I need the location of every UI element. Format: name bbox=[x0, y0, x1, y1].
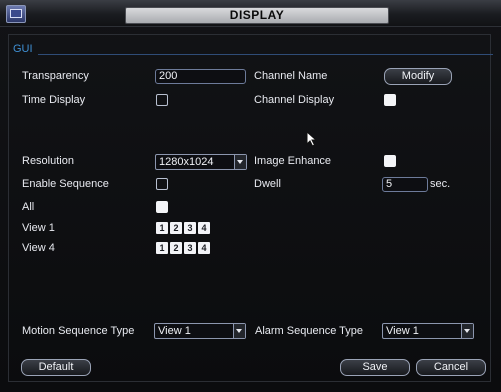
channel-display-checkbox[interactable] bbox=[384, 94, 396, 106]
motion-sequence-type-select[interactable]: View 1 bbox=[154, 323, 246, 339]
view1-channel-1[interactable]: 1 bbox=[156, 222, 168, 234]
image-enhance-checkbox[interactable] bbox=[384, 155, 396, 167]
enable-sequence-label: Enable Sequence bbox=[22, 178, 109, 190]
image-enhance-label: Image Enhance bbox=[254, 155, 332, 167]
resolution-select[interactable]: 1280x1024 bbox=[155, 154, 247, 170]
view4-channel-group: 1 2 3 4 bbox=[156, 242, 210, 254]
chevron-down-icon bbox=[233, 324, 245, 338]
motion-sequence-type-label: Motion Sequence Type bbox=[22, 325, 135, 337]
dwell-label: Dwell bbox=[254, 178, 281, 190]
view1-channel-3[interactable]: 3 bbox=[184, 222, 196, 234]
save-button[interactable]: Save bbox=[340, 359, 410, 376]
resolution-label: Resolution bbox=[22, 155, 74, 167]
view1-channel-group: 1 2 3 4 bbox=[156, 222, 210, 234]
mouse-pointer-icon bbox=[306, 131, 318, 147]
alarm-sequence-type-value: View 1 bbox=[386, 325, 419, 337]
alarm-sequence-type-label: Alarm Sequence Type bbox=[255, 325, 364, 337]
transparency-label: Transparency bbox=[22, 70, 89, 82]
dwell-unit: sec. bbox=[430, 178, 451, 190]
monitor-icon bbox=[6, 5, 26, 23]
all-label: All bbox=[22, 201, 35, 213]
view1-channel-2[interactable]: 2 bbox=[170, 222, 182, 234]
motion-sequence-type-value: View 1 bbox=[158, 325, 191, 337]
title-bar: DISPLAY bbox=[0, 0, 501, 27]
channel-name-label: Channel Name bbox=[254, 70, 328, 82]
resolution-value: 1280x1024 bbox=[159, 156, 214, 168]
enable-sequence-checkbox[interactable] bbox=[156, 178, 168, 190]
default-button[interactable]: Default bbox=[21, 359, 91, 376]
view4-channel-3[interactable]: 3 bbox=[184, 242, 196, 254]
transparency-input[interactable]: 200 bbox=[155, 69, 246, 84]
channel-display-label: Channel Display bbox=[254, 94, 335, 106]
window-title: DISPLAY bbox=[125, 7, 389, 24]
view4-channel-4[interactable]: 4 bbox=[198, 242, 210, 254]
view4-label: View 4 bbox=[22, 242, 55, 254]
view4-channel-1[interactable]: 1 bbox=[156, 242, 168, 254]
chevron-down-icon bbox=[234, 155, 246, 169]
dwell-input[interactable]: 5 bbox=[382, 177, 428, 192]
section-label-gui: GUI bbox=[13, 43, 33, 55]
view1-label: View 1 bbox=[22, 222, 55, 234]
modify-button[interactable]: Modify bbox=[384, 68, 452, 85]
section-divider bbox=[38, 54, 493, 55]
chevron-down-icon bbox=[461, 324, 473, 338]
alarm-sequence-type-select[interactable]: View 1 bbox=[382, 323, 474, 339]
time-display-label: Time Display bbox=[22, 94, 86, 106]
time-display-checkbox[interactable] bbox=[156, 94, 168, 106]
view4-channel-2[interactable]: 2 bbox=[170, 242, 182, 254]
view1-channel-4[interactable]: 4 bbox=[198, 222, 210, 234]
display-window: DISPLAY GUI Transparency 200 Channel Nam… bbox=[0, 0, 501, 392]
all-checkbox[interactable] bbox=[156, 201, 168, 213]
cancel-button[interactable]: Cancel bbox=[416, 359, 486, 376]
